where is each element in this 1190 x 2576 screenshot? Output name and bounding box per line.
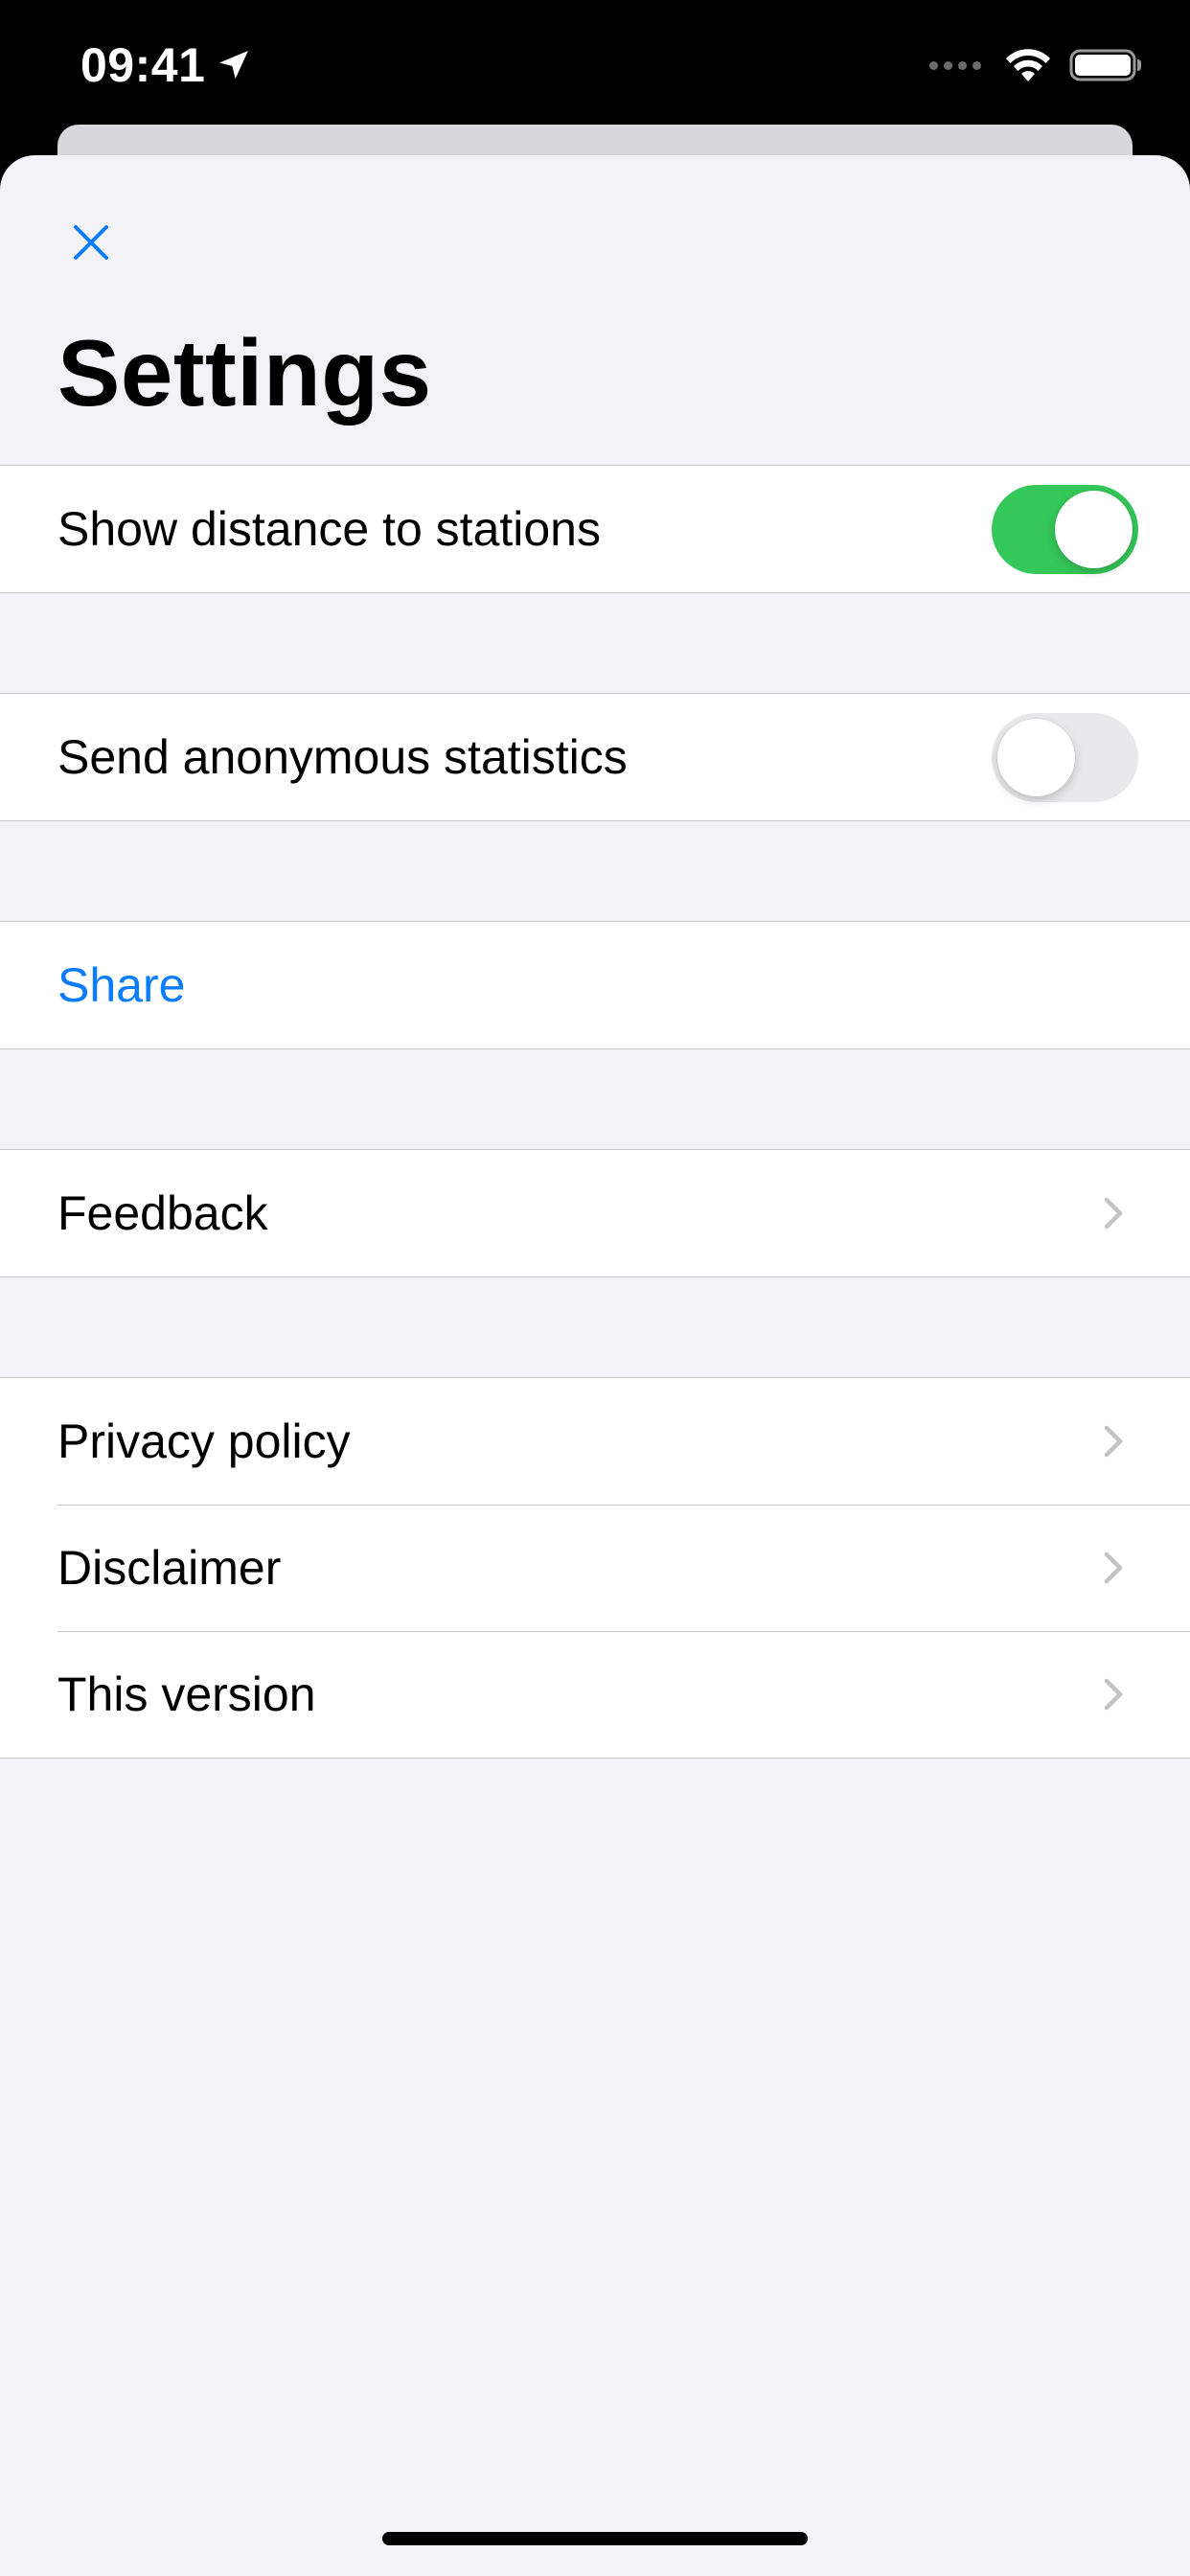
close-icon: [74, 225, 108, 260]
home-indicator[interactable]: [382, 2532, 808, 2545]
setting-row-anonymous-statistics: Send anonymous statistics: [0, 694, 1190, 820]
settings-group-statistics: Send anonymous statistics: [0, 693, 1190, 821]
location-arrow-icon: [219, 51, 249, 80]
share-label: Share: [57, 958, 186, 1012]
privacy-policy-label: Privacy policy: [57, 1414, 351, 1468]
privacy-policy-row[interactable]: Privacy policy: [0, 1378, 1190, 1505]
close-button[interactable]: [57, 209, 125, 276]
settings-group-info: Privacy policy Disclaimer This version: [0, 1377, 1190, 1759]
status-bar: 09:41: [0, 0, 1190, 125]
settings-sheet: Settings Show distance to stations Send …: [0, 155, 1190, 2576]
settings-group-distance: Show distance to stations: [0, 465, 1190, 593]
feedback-label: Feedback: [57, 1186, 268, 1240]
page-title: Settings: [57, 320, 432, 426]
wifi-icon: [1006, 49, 1050, 81]
disclaimer-row[interactable]: Disclaimer: [0, 1505, 1190, 1631]
status-icons: [929, 42, 1144, 88]
feedback-row[interactable]: Feedback: [0, 1150, 1190, 1276]
cellular-signal-icon: [929, 60, 981, 70]
toggle-knob: [997, 719, 1075, 796]
setting-label-show-distance: Show distance to stations: [57, 502, 601, 556]
battery-icon: [1069, 49, 1141, 81]
this-version-row[interactable]: This version: [0, 1631, 1190, 1758]
anonymous-statistics-toggle[interactable]: [992, 713, 1138, 802]
status-time: 09:41: [80, 38, 206, 92]
this-version-label: This version: [57, 1668, 316, 1721]
disclaimer-label: Disclaimer: [57, 1541, 282, 1595]
share-button[interactable]: Share: [0, 922, 1190, 1048]
setting-label-anonymous-statistics: Send anonymous statistics: [57, 730, 628, 784]
settings-group-feedback: Feedback: [0, 1149, 1190, 1277]
setting-row-show-distance: Show distance to stations: [0, 466, 1190, 592]
chevron-right-icon: [1104, 1678, 1123, 1711]
show-distance-toggle[interactable]: [992, 485, 1138, 574]
chevron-right-icon: [1104, 1425, 1123, 1458]
status-time-group: 09:41: [80, 34, 253, 96]
toggle-knob: [1055, 491, 1133, 568]
chevron-right-icon: [1104, 1552, 1123, 1584]
settings-group-share: Share: [0, 921, 1190, 1049]
chevron-right-icon: [1104, 1197, 1123, 1230]
